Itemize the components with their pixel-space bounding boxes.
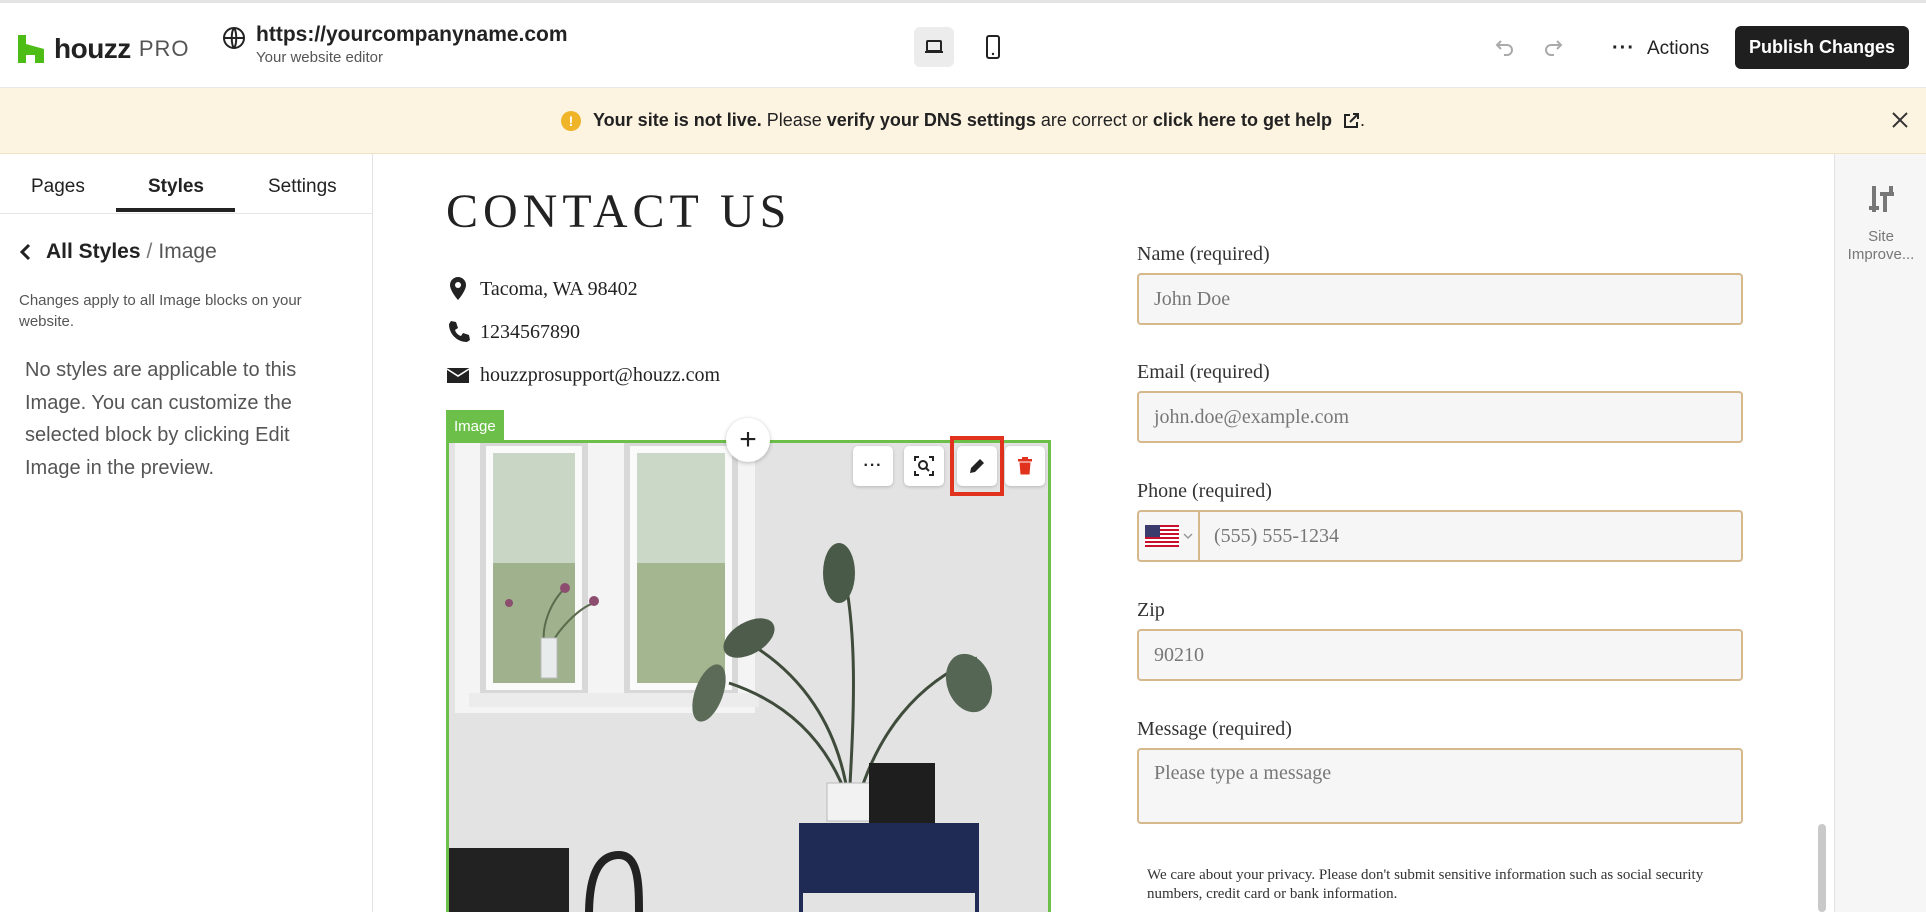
zoom-image-button[interactable] bbox=[904, 446, 944, 486]
phone-text: 1234567890 bbox=[480, 320, 580, 343]
actions-menu-button[interactable]: ··· Actions bbox=[1612, 37, 1709, 60]
breadcrumb-separator: / bbox=[146, 240, 153, 263]
tab-pages[interactable]: Pages bbox=[31, 176, 85, 198]
tab-settings[interactable]: Settings bbox=[268, 176, 337, 198]
phone-device-icon bbox=[986, 35, 1000, 59]
site-improve-icon[interactable] bbox=[1869, 184, 1895, 214]
site-url-text: https://yourcompanyname.com bbox=[256, 23, 568, 46]
active-tab-underline bbox=[116, 208, 235, 212]
message-label: Message (required) bbox=[1137, 718, 1292, 740]
desktop-view-button[interactable] bbox=[914, 27, 954, 67]
envelope-icon bbox=[446, 362, 470, 388]
email-label: Email (required) bbox=[1137, 361, 1270, 383]
us-flag-icon bbox=[1144, 525, 1179, 547]
banner-text-1: Please bbox=[761, 110, 827, 130]
privacy-notice: We care about your privacy. Please don't… bbox=[1147, 867, 1704, 902]
get-help-link[interactable]: click here to get help bbox=[1153, 110, 1332, 131]
chevron-down-icon bbox=[1182, 533, 1193, 540]
phone-placeholder: (555) 555-1234 bbox=[1214, 524, 1339, 547]
message-field[interactable]: Please type a message bbox=[1137, 748, 1743, 824]
delete-image-button[interactable] bbox=[1005, 446, 1045, 486]
image-block-tag: Image bbox=[446, 410, 504, 442]
address-text: Tacoma, WA 98402 bbox=[480, 277, 638, 300]
interior-photo bbox=[449, 443, 1048, 912]
top-bar: houzz PRO https://yourcompanyname.com Yo… bbox=[0, 0, 1926, 88]
publish-changes-button[interactable]: Publish Changes bbox=[1735, 26, 1909, 69]
right-rail: Site Improve... bbox=[1834, 154, 1926, 912]
delete-icon bbox=[1018, 457, 1032, 475]
close-icon[interactable] bbox=[1888, 108, 1912, 132]
location-pin-icon bbox=[446, 276, 470, 302]
breadcrumb: All Styles / Image bbox=[18, 240, 217, 264]
site-url-subtitle: Your website editor bbox=[256, 49, 384, 66]
sidebar-tabs: Pages Styles Settings bbox=[0, 154, 372, 214]
warning-icon: ! bbox=[561, 110, 582, 131]
phone-label: Phone (required) bbox=[1137, 480, 1272, 502]
email-row: houzzprosupport@houzz.com bbox=[446, 362, 720, 388]
styles-scope-note: Changes apply to all Image blocks on you… bbox=[19, 292, 302, 330]
houzz-pro-logo[interactable]: houzz PRO bbox=[18, 33, 190, 65]
verify-dns-link[interactable]: verify your DNS settings bbox=[827, 110, 1036, 131]
logo-pro: PRO bbox=[138, 36, 190, 61]
email-placeholder: john.doe@example.com bbox=[1154, 405, 1350, 428]
address-row: Tacoma, WA 98402 bbox=[446, 276, 638, 302]
name-placeholder: John Doe bbox=[1154, 287, 1231, 310]
tab-styles[interactable]: Styles bbox=[148, 176, 204, 198]
site-url-block[interactable]: https://yourcompanyname.com Your website… bbox=[222, 23, 568, 66]
preview-scrollbar[interactable] bbox=[1818, 824, 1826, 912]
external-link-icon[interactable] bbox=[1342, 112, 1360, 130]
banner-text-2: are correct or bbox=[1035, 110, 1153, 130]
laptop-icon bbox=[925, 40, 943, 53]
banner-period: . bbox=[1359, 110, 1365, 130]
message-placeholder: Please type a message bbox=[1154, 762, 1332, 784]
banner-status: Your site is not live. bbox=[593, 110, 762, 130]
mobile-view-button[interactable] bbox=[973, 27, 1013, 67]
contact-heading[interactable]: CONTACT US bbox=[446, 184, 791, 239]
dns-warning-banner: ! Your site is not live. Please verify y… bbox=[0, 88, 1926, 154]
no-styles-message: No styles are applicable to this Image. … bbox=[25, 359, 297, 479]
globe-icon bbox=[222, 26, 246, 50]
logo-word: houzz bbox=[54, 33, 131, 64]
zip-label: Zip bbox=[1137, 599, 1165, 621]
phone-field[interactable]: (555) 555-1234 bbox=[1137, 510, 1743, 562]
breadcrumb-current: Image bbox=[158, 240, 217, 263]
more-options-button[interactable]: ··· bbox=[853, 446, 893, 486]
edit-icon bbox=[970, 459, 984, 473]
styles-sidebar: Pages Styles Settings All Styles / Image… bbox=[0, 154, 373, 912]
email-field[interactable]: john.doe@example.com bbox=[1137, 391, 1743, 443]
zoom-icon bbox=[914, 456, 934, 476]
zip-value: 90210 bbox=[1154, 643, 1204, 666]
houzz-logo-icon bbox=[18, 35, 44, 63]
edit-image-button[interactable] bbox=[957, 446, 997, 486]
add-block-button[interactable]: + bbox=[726, 418, 770, 462]
chevron-left-icon[interactable] bbox=[18, 242, 32, 262]
phone-row: 1234567890 bbox=[446, 319, 580, 345]
undo-icon[interactable] bbox=[1494, 36, 1516, 58]
more-dots-icon: ··· bbox=[1612, 37, 1635, 59]
all-styles-link[interactable]: All Styles bbox=[46, 240, 141, 264]
name-field[interactable]: John Doe bbox=[1137, 273, 1743, 325]
actions-label: Actions bbox=[1646, 37, 1710, 59]
country-code-select[interactable] bbox=[1139, 512, 1200, 560]
name-label: Name (required) bbox=[1137, 243, 1270, 265]
phone-icon bbox=[446, 319, 470, 345]
zip-field[interactable]: 90210 bbox=[1137, 629, 1743, 681]
email-text: houzzprosupport@houzz.com bbox=[480, 363, 721, 386]
redo-icon[interactable] bbox=[1542, 36, 1564, 58]
selected-image-block[interactable] bbox=[446, 440, 1051, 912]
site-improve-label[interactable]: Site Improve... bbox=[1835, 228, 1926, 264]
more-icon: ··· bbox=[863, 457, 883, 474]
